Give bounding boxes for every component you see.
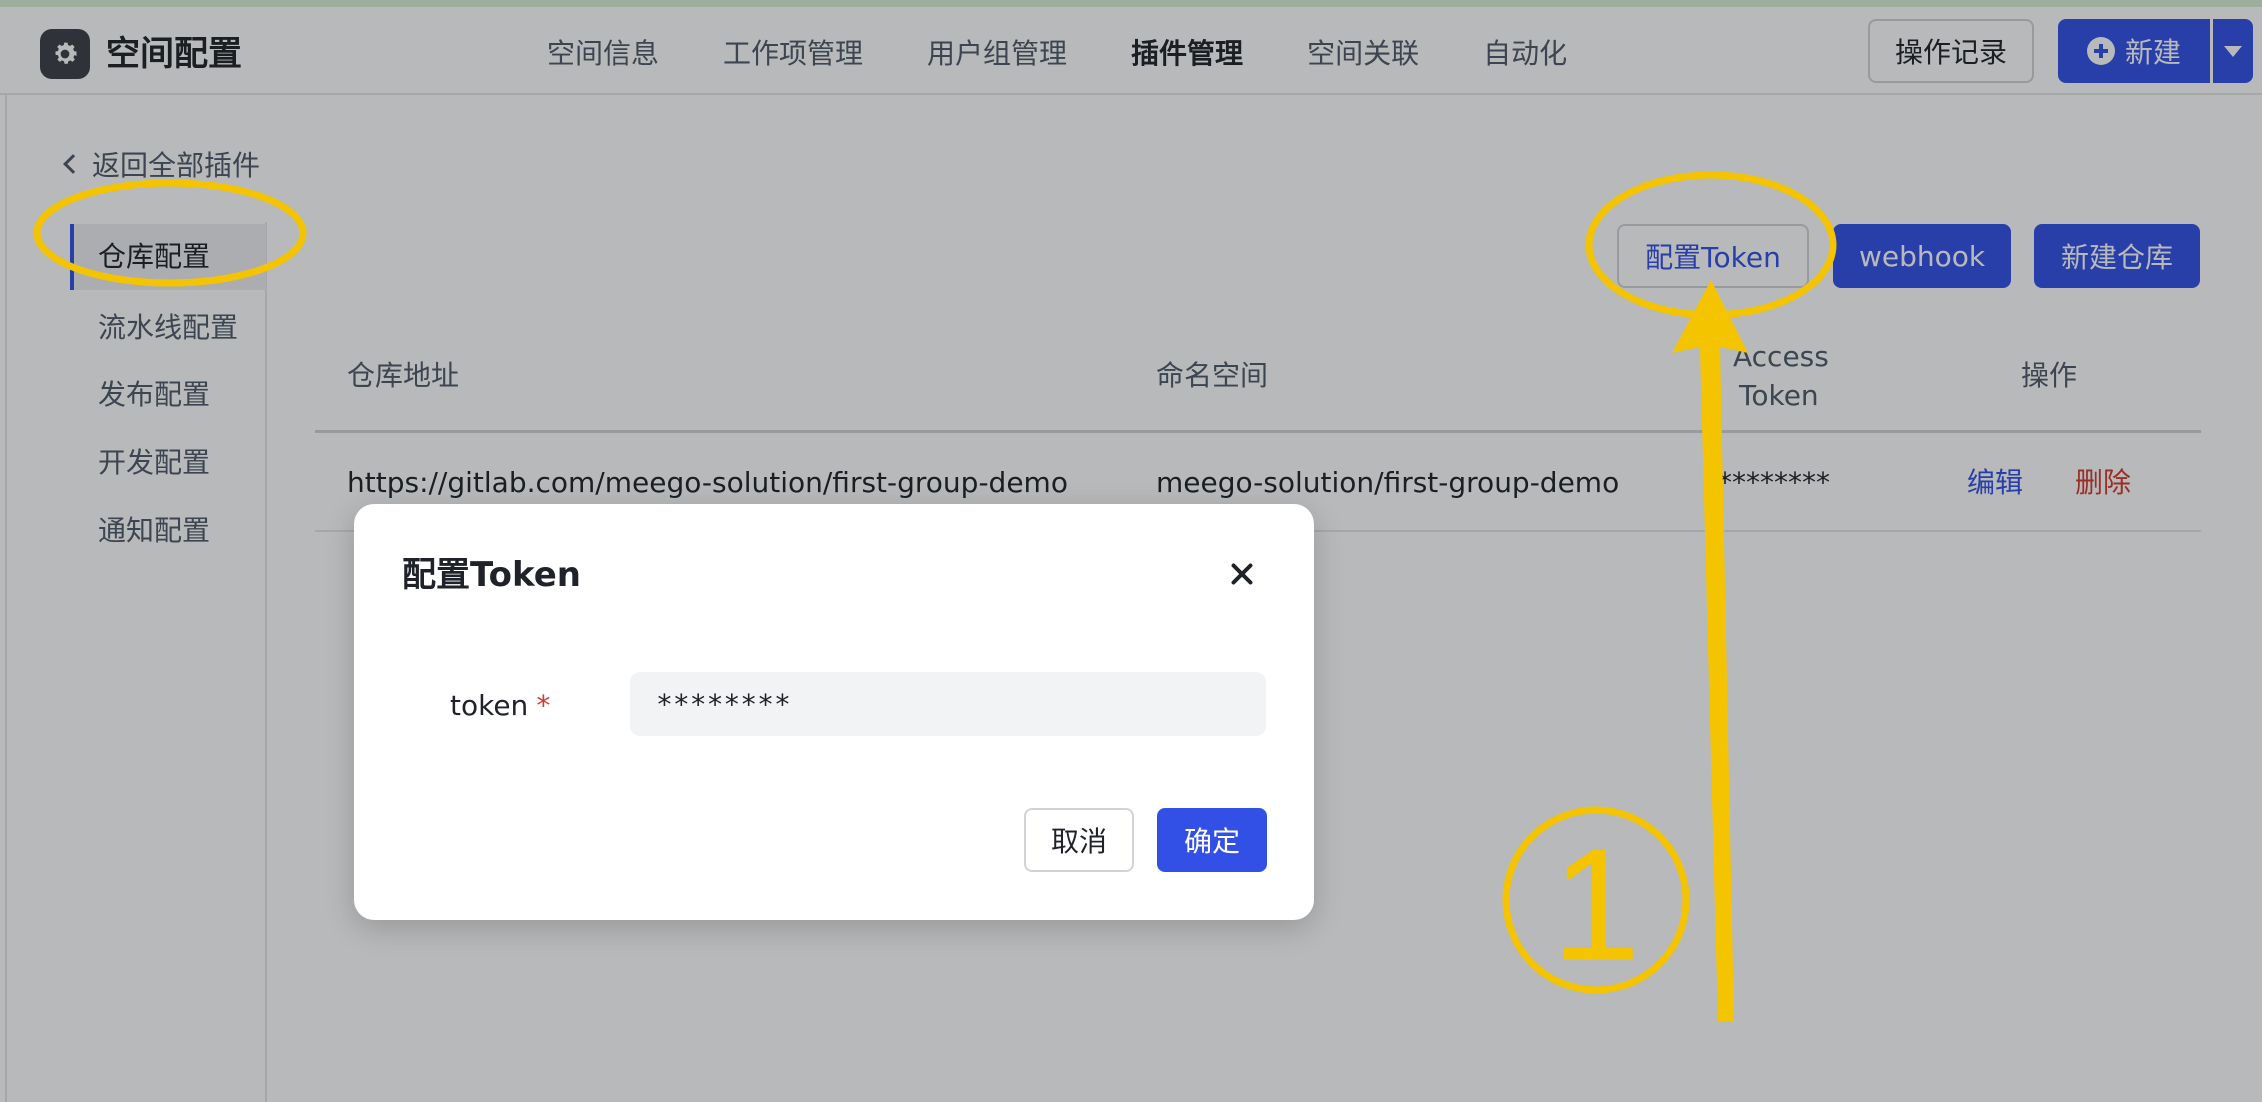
close-icon — [1222, 554, 1262, 594]
token-field-label: token * — [450, 684, 550, 728]
config-token-dialog: 配置Token token* 取消 确定 — [354, 504, 1314, 920]
confirm-button[interactable]: 确定 — [1157, 808, 1267, 872]
dialog-title: 配置Token — [402, 555, 581, 595]
close-button[interactable] — [1222, 554, 1262, 594]
token-label-text: token — [450, 689, 529, 722]
cancel-button[interactable]: 取消 — [1024, 808, 1134, 872]
required-mark: * — [536, 689, 551, 722]
token-input[interactable] — [630, 672, 1266, 736]
